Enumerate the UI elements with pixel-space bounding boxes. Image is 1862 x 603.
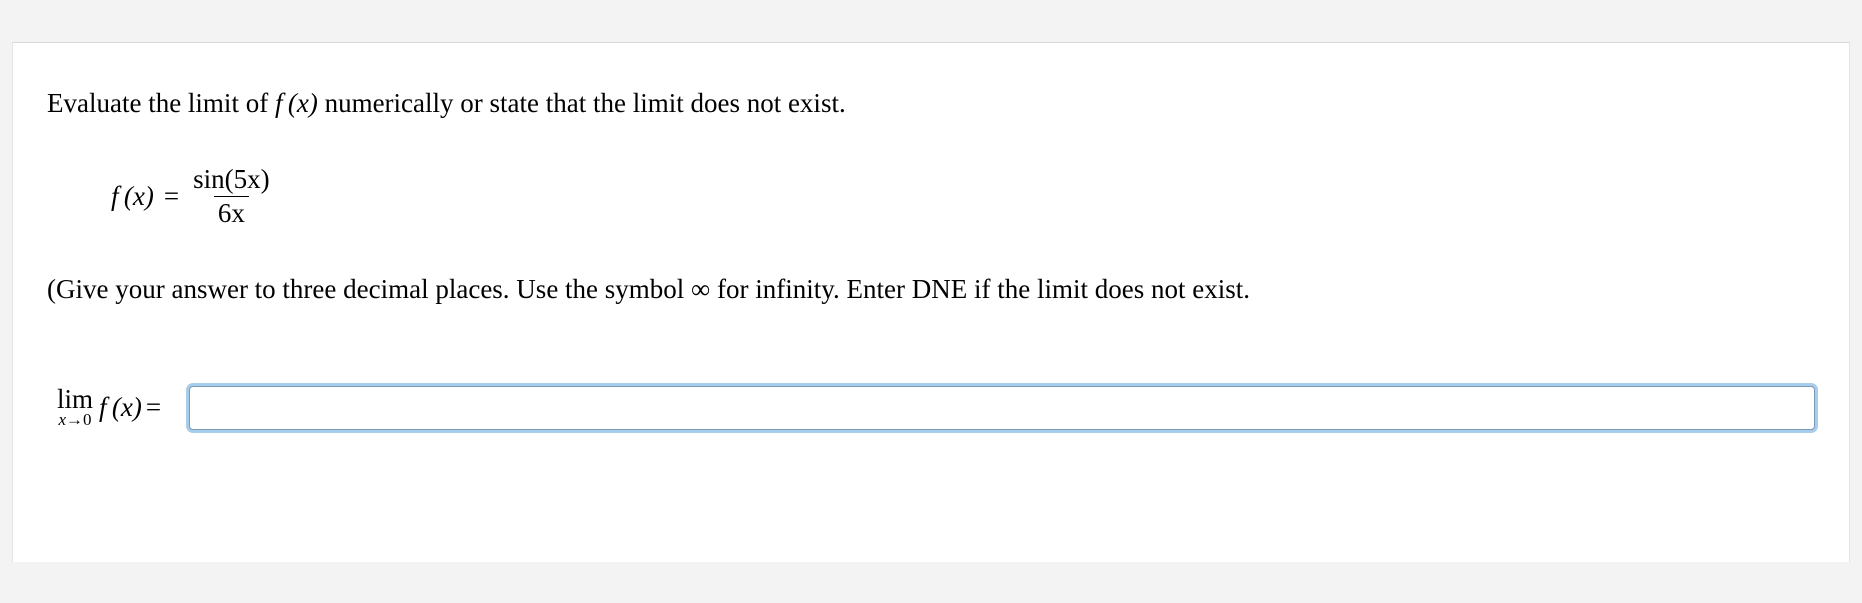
prompt-prefix: Evaluate the limit of <box>47 88 275 118</box>
answer-row: lim x→0 f (x) = <box>47 386 1815 430</box>
answer-fx: f (x) <box>99 389 142 425</box>
limit-notation: lim x→0 <box>57 388 93 427</box>
equation-lhs: f (x) <box>111 178 154 214</box>
limit-subscript: x→0 <box>58 411 91 427</box>
prompt-suffix: numerically or state that the limit does… <box>318 88 846 118</box>
equation-block: f (x) = sin(5x) 6x <box>47 165 1815 227</box>
equation-equals: = <box>164 178 179 214</box>
question-prompt: Evaluate the limit of f (x) numerically … <box>47 85 1815 121</box>
equation-fraction: sin(5x) 6x <box>189 165 274 227</box>
page: Evaluate the limit of f (x) numerically … <box>0 0 1862 603</box>
question-panel: Evaluate the limit of f (x) numerically … <box>12 42 1850 562</box>
answer-label: lim x→0 f (x) = <box>57 388 161 427</box>
limit-label: lim <box>57 388 93 411</box>
equation-numerator: sin(5x) <box>189 165 274 195</box>
prompt-fx: f (x) <box>275 88 318 118</box>
equation-denominator: 6x <box>214 196 249 227</box>
equation-row: f (x) = sin(5x) 6x <box>111 165 1815 227</box>
instruction-text: (Give your answer to three decimal place… <box>47 271 1815 307</box>
answer-input[interactable] <box>189 386 1815 430</box>
answer-equals: = <box>146 389 161 425</box>
